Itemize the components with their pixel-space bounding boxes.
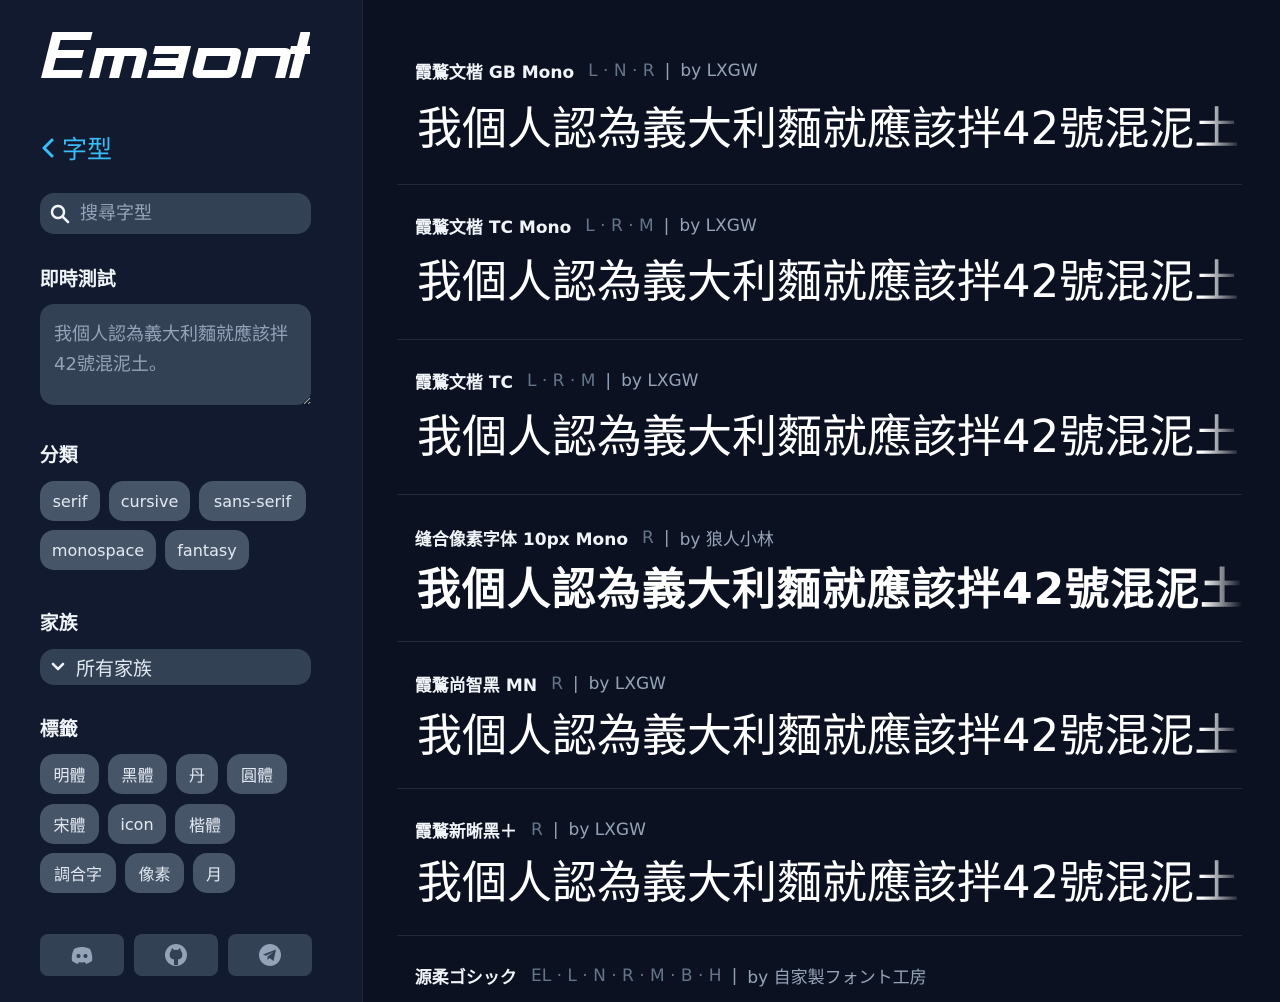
- font-author: by LXGW: [679, 215, 757, 236]
- discord-icon: [71, 947, 93, 964]
- font-preview: 我個人認為義大利麵就應該拌42號混泥土: [417, 412, 1240, 462]
- tag-chip[interactable]: 像素: [125, 853, 184, 893]
- tag-chip[interactable]: 宋體: [40, 804, 99, 844]
- divider: |: [731, 965, 738, 986]
- telegram-button[interactable]: [228, 934, 312, 976]
- font-weights: L · R · M: [585, 215, 654, 236]
- family-selected-value: 所有家族: [76, 657, 153, 680]
- font-weights: R: [551, 673, 563, 694]
- font-name: 霞鶩尚智黑 MN: [415, 676, 538, 696]
- font-weights: EL · L · N · R · M · B · H: [531, 965, 722, 986]
- github-button[interactable]: [134, 934, 218, 976]
- tag-chip[interactable]: 月: [193, 853, 235, 893]
- divider: |: [605, 370, 612, 391]
- font-name: 缝合像素字体 10px Mono: [415, 530, 629, 550]
- font-card[interactable]: 缝合像素字体 10px Mono R | by 狼人小林 我個人認為義大利麵就應…: [397, 495, 1242, 642]
- category-chip-cursive[interactable]: cursive: [109, 481, 190, 521]
- chevron-down-icon: [51, 662, 65, 671]
- tag-chip[interactable]: 楷體: [175, 804, 235, 844]
- categories-title: 分類: [40, 444, 79, 466]
- search-icon: [50, 204, 70, 223]
- font-name: 霞鶩文楷 TC: [415, 373, 513, 393]
- font-name: 霞鶩文楷 TC Mono: [415, 218, 572, 238]
- tags-title: 標籤: [40, 718, 79, 740]
- font-preview: 我個人認為義大利麵就應該拌42號混泥土: [417, 566, 1242, 615]
- chevron-left-icon: [42, 138, 54, 158]
- font-name: 霞鶩新晰黑＋: [415, 822, 517, 842]
- font-preview: 我個人認為義大利麵就應該拌42號混泥土: [417, 257, 1240, 307]
- font-card[interactable]: 霞鶩尚智黑 MN R | by LXGW 我個人認為義大利麵就應該拌42號混泥土: [397, 642, 1242, 789]
- back-label: 字型: [62, 135, 113, 164]
- tag-chip[interactable]: icon: [108, 804, 166, 844]
- font-author: by 狼人小林: [679, 530, 774, 550]
- divider: |: [572, 673, 579, 694]
- divider: |: [552, 819, 559, 840]
- font-name: 霞鶩文楷 GB Mono: [415, 63, 575, 83]
- tag-chip[interactable]: 黑體: [108, 754, 167, 794]
- font-preview: 我個人認為義大利麵就應該拌42號混泥土: [417, 711, 1240, 761]
- tag-chip[interactable]: 丹: [176, 754, 218, 794]
- font-author: by LXGW: [621, 370, 699, 391]
- sidebar: 字型 即時測試 分類 serif cursive sans-serif mono…: [0, 0, 363, 1002]
- search-box[interactable]: [40, 193, 311, 234]
- family-title: 家族: [40, 612, 79, 634]
- live-test-textarea[interactable]: [40, 304, 311, 405]
- font-card[interactable]: 霞鶩新晰黑＋ R | by LXGW 我個人認為義大利麵就應該拌42號混泥土: [397, 789, 1242, 936]
- category-chip-serif[interactable]: serif: [40, 481, 100, 521]
- font-author: by 自家製フォント工房: [747, 968, 927, 988]
- font-card[interactable]: 源柔ゴシック EL · L · N · R · M · B · H | by 自…: [397, 936, 1242, 1002]
- search-input[interactable]: [80, 203, 300, 224]
- category-chip-sans-serif[interactable]: sans-serif: [199, 481, 306, 521]
- font-card[interactable]: 霞鶩文楷 GB Mono L · N · R | by LXGW 我個人認為義大…: [397, 40, 1242, 185]
- github-icon: [165, 944, 187, 966]
- font-preview: 我個人認為義大利麵就應該拌42號混泥土: [417, 858, 1240, 908]
- font-author: by LXGW: [588, 673, 666, 694]
- font-name: 源柔ゴシック: [415, 968, 517, 988]
- font-list: 霞鶩文楷 GB Mono L · N · R | by LXGW 我個人認為義大…: [364, 0, 1280, 1002]
- font-author: by LXGW: [568, 819, 646, 840]
- emfont-logo[interactable]: [40, 26, 310, 84]
- divider: |: [663, 527, 670, 548]
- telegram-icon: [259, 944, 281, 966]
- tag-chip[interactable]: 明體: [40, 754, 99, 794]
- font-weights: R: [642, 527, 654, 548]
- back-to-fonts-link[interactable]: 字型: [38, 132, 112, 164]
- font-author: by LXGW: [680, 60, 758, 81]
- category-chip-fantasy[interactable]: fantasy: [165, 530, 249, 570]
- font-weights: R: [531, 819, 543, 840]
- font-card[interactable]: 霞鶩文楷 TC Mono L · R · M | by LXGW 我個人認為義大…: [397, 185, 1242, 340]
- font-preview: 我個人認為義大利麵就應該拌42號混泥土: [417, 104, 1240, 154]
- font-weights: L · N · R: [588, 60, 655, 81]
- divider: |: [664, 60, 671, 81]
- font-card[interactable]: 霞鶩文楷 TC L · R · M | by LXGW 我個人認為義大利麵就應該…: [397, 340, 1242, 495]
- font-weights: L · R · M: [527, 370, 596, 391]
- tag-chip[interactable]: 圓體: [227, 754, 287, 794]
- tag-chip[interactable]: 調合字: [40, 853, 116, 893]
- discord-button[interactable]: [40, 934, 124, 976]
- divider: |: [663, 215, 670, 236]
- category-chip-monospace[interactable]: monospace: [40, 530, 156, 570]
- family-select[interactable]: 所有家族: [40, 649, 311, 685]
- live-test-title: 即時測試: [40, 268, 117, 290]
